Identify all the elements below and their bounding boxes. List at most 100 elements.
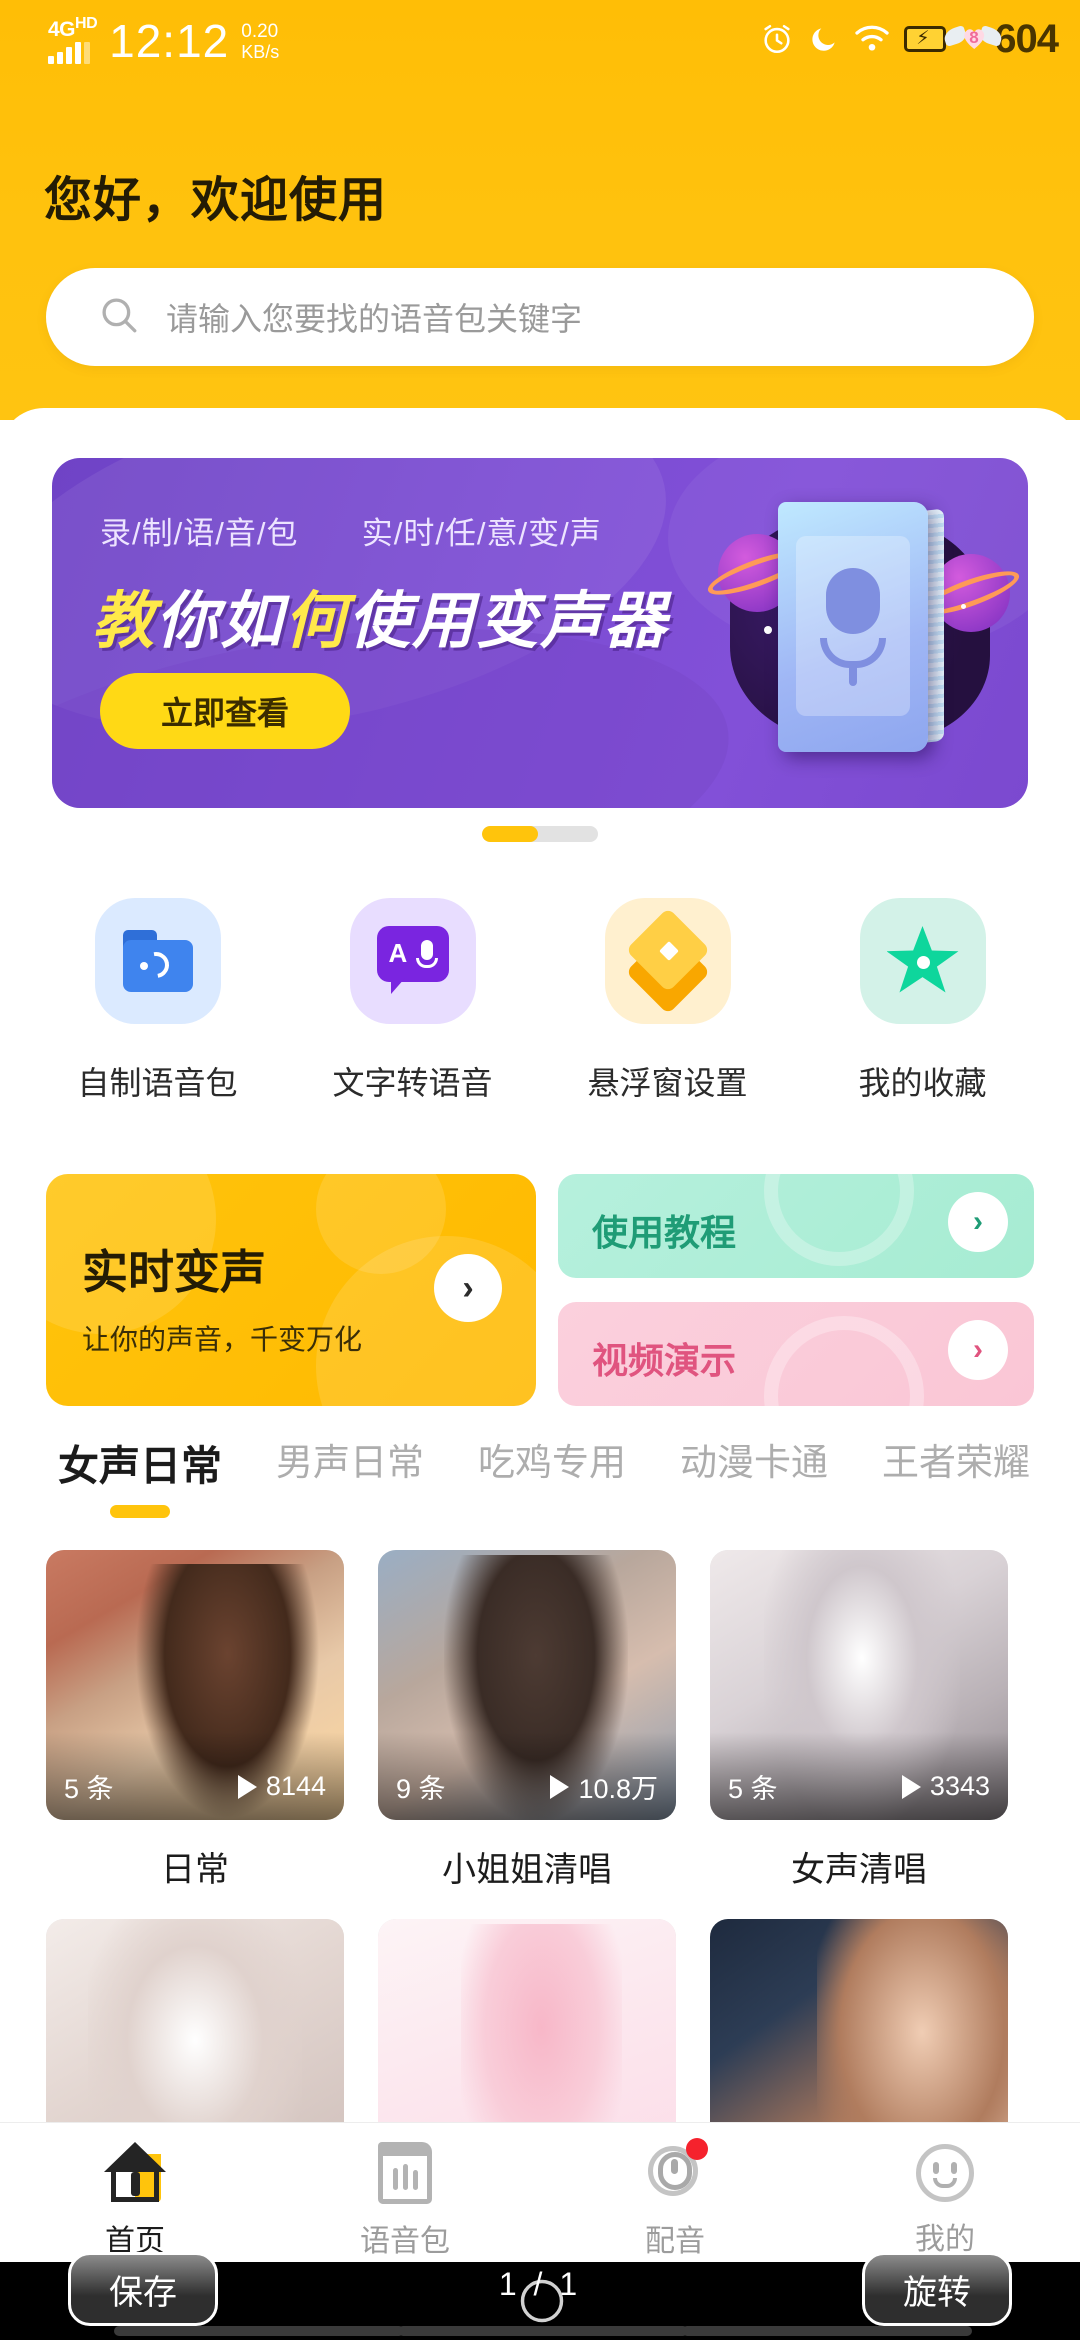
tab-female-daily[interactable]: 女声日常 bbox=[58, 1432, 222, 1518]
tab-active-indicator bbox=[110, 1505, 170, 1518]
promo-banner[interactable]: 录/制/语/音/包 实/时/任/意/变/声 教你如何使用变声器 立即查看 bbox=[52, 458, 1028, 808]
carousel-indicator[interactable] bbox=[482, 826, 598, 842]
network-type-label: 4GHD bbox=[48, 15, 98, 41]
quick-action-label: 自制语音包 bbox=[77, 1065, 238, 1101]
voice-pack-plays: 10.8万 bbox=[550, 1767, 658, 1806]
tab-label: 吃鸡专用 bbox=[478, 1442, 626, 1483]
banner-tagline-right: 实/时/任/意/变/声 bbox=[361, 516, 602, 551]
voice-pack-thumbnail[interactable]: 9 条 10.8万 bbox=[378, 1550, 676, 1820]
voice-pack-thumbnail[interactable]: 5 条 3343 bbox=[710, 1550, 1008, 1820]
tab-pubg[interactable]: 吃鸡专用 bbox=[478, 1432, 626, 1512]
nav-item-voice-packs[interactable]: 语音包 bbox=[270, 2123, 540, 2278]
promo-title: 视频演示 bbox=[592, 1340, 737, 1381]
nav-label: 配音 bbox=[645, 2224, 705, 2258]
voice-pack-thumbnail[interactable]: 5 条 8144 bbox=[46, 1550, 344, 1820]
banner-title-part1: 教 bbox=[92, 587, 157, 656]
banner-title-part5: 变声器 bbox=[476, 587, 669, 656]
voice-pack-card[interactable]: 5 条 3343 女声清唱 bbox=[710, 1550, 1008, 1891]
thumbnail-meta: 9 条 10.8万 bbox=[378, 1767, 676, 1806]
banner-tagline: 录/制/语/音/包 实/时/任/意/变/声 bbox=[100, 508, 602, 553]
status-bar-right: ⚡ 8 604 bbox=[760, 16, 1059, 62]
search-input[interactable]: 请输入您要找的语音包关键字 bbox=[46, 268, 1034, 366]
tab-label: 女声日常 bbox=[58, 1443, 222, 1489]
status-bar: 4GHD 12:12 0.20 KB/s ⚡ 8 604 bbox=[0, 0, 1080, 78]
promo-card-tutorial[interactable]: 使用教程 › bbox=[558, 1174, 1034, 1278]
voice-pack-name: 小姐姐清唱 bbox=[442, 1851, 612, 1889]
tab-label: 男声日常 bbox=[276, 1442, 424, 1483]
status-clock: 12:12 bbox=[109, 15, 230, 67]
page-indicator: 1 / 1 bbox=[498, 2266, 582, 2302]
page-title: 您好，欢迎使用 bbox=[44, 174, 388, 227]
wifi-icon bbox=[855, 25, 889, 51]
voice-pack-card[interactable]: 9 条 10.8万 小姐姐清唱 bbox=[378, 1550, 676, 1891]
promo-card-video-demo[interactable]: 视频演示 › bbox=[558, 1302, 1034, 1406]
quick-action-floating-window-settings[interactable]: 悬浮窗设置 bbox=[558, 898, 778, 1104]
banner-title-part2: 你如 bbox=[156, 587, 285, 656]
promo-subtitle: 让你的声音，千变万化 bbox=[82, 1324, 363, 1355]
nav-item-dubbing[interactable]: 配音 bbox=[540, 2123, 810, 2278]
promo-title: 使用教程 bbox=[592, 1212, 737, 1253]
banner-tagline-left: 录/制/语/音/包 bbox=[100, 516, 299, 551]
tab-label: 王者荣耀 bbox=[882, 1442, 1030, 1483]
nav-hint-right bbox=[682, 2326, 972, 2336]
network-indicator: 4GHD bbox=[48, 14, 98, 64]
voice-pack-name: 女声清唱 bbox=[791, 1851, 927, 1889]
quick-action-custom-voice-pack[interactable]: 自制语音包 bbox=[48, 898, 268, 1104]
notification-badge bbox=[686, 2137, 708, 2160]
net-speed-value: 0.20 bbox=[241, 21, 279, 42]
layers-icon bbox=[604, 898, 731, 1024]
package-icon bbox=[378, 2141, 432, 2204]
promo-title: 实时变声 bbox=[82, 1246, 266, 1298]
battery-clock-label: 604 bbox=[994, 16, 1059, 61]
heart-sticker-icon: 8 bbox=[942, 22, 1005, 56]
banner-title-part3: 何 bbox=[284, 587, 349, 656]
voice-pack-count: 9 条 bbox=[396, 1774, 446, 1804]
tab-anime-cartoon[interactable]: 动漫卡通 bbox=[680, 1432, 828, 1512]
profile-icon bbox=[916, 2143, 974, 2202]
save-button[interactable]: 保存 bbox=[68, 2252, 218, 2326]
search-icon bbox=[98, 294, 140, 341]
quick-action-text-to-speech[interactable]: A 文字转语音 bbox=[303, 898, 523, 1104]
banner-book-illustration bbox=[703, 476, 1024, 776]
banner-title: 教你如何使用变声器 bbox=[92, 570, 668, 660]
thumbnail-meta: 5 条 3343 bbox=[710, 1767, 1008, 1806]
thumbnail-meta: 5 条 8144 bbox=[46, 1767, 344, 1806]
tab-label: 动漫卡通 bbox=[680, 1442, 828, 1483]
voice-pack-plays: 8144 bbox=[237, 1771, 326, 1802]
voice-pack-plays: 3343 bbox=[901, 1771, 990, 1802]
dubbing-icon bbox=[644, 2137, 708, 2204]
folder-sound-icon bbox=[94, 898, 221, 1024]
tab-male-daily[interactable]: 男声日常 bbox=[276, 1432, 424, 1512]
banner-title-part4: 使用 bbox=[348, 587, 477, 656]
promo-card-realtime-voice[interactable]: 实时变声 让你的声音，千变万化 › bbox=[46, 1174, 536, 1406]
alarm-icon bbox=[764, 24, 790, 54]
rotate-button[interactable]: 旋转 bbox=[862, 2252, 1012, 2326]
network-speed: 0.20 KB/s bbox=[241, 21, 280, 63]
chevron-right-icon[interactable]: › bbox=[948, 1192, 1008, 1252]
search-placeholder: 请输入您要找的语音包关键字 bbox=[166, 301, 583, 337]
chevron-right-icon[interactable]: › bbox=[948, 1320, 1008, 1380]
home-icon bbox=[104, 2141, 166, 2204]
voice-pack-card[interactable]: 5 条 8144 日常 bbox=[46, 1550, 344, 1891]
quick-action-my-favorites[interactable]: 我的收藏 bbox=[813, 898, 1033, 1104]
quick-action-label: 悬浮窗设置 bbox=[587, 1065, 748, 1101]
play-icon bbox=[901, 1774, 921, 1799]
play-count: 8144 bbox=[265, 1771, 326, 1801]
tab-honor-of-kings[interactable]: 王者荣耀 bbox=[882, 1432, 1030, 1512]
text-to-speech-icon: A bbox=[349, 898, 476, 1024]
play-count: 3343 bbox=[929, 1771, 990, 1801]
voice-pack-count: 5 条 bbox=[64, 1774, 114, 1804]
nav-label: 我的 bbox=[915, 2222, 975, 2256]
banner-cta-button[interactable]: 立即查看 bbox=[100, 673, 350, 749]
net-speed-unit: KB/s bbox=[241, 42, 280, 62]
chevron-right-icon[interactable]: › bbox=[434, 1254, 502, 1322]
quick-action-label: 我的收藏 bbox=[858, 1065, 987, 1101]
voice-pack-name: 日常 bbox=[161, 1851, 229, 1889]
signal-bars-icon bbox=[48, 42, 90, 64]
moon-icon bbox=[812, 28, 835, 51]
voice-pack-count: 5 条 bbox=[728, 1774, 778, 1804]
nav-hint-center bbox=[398, 2326, 688, 2336]
category-tab-bar: 女声日常 男声日常 吃鸡专用 动漫卡通 王者荣耀 bbox=[0, 1432, 1080, 1518]
nav-hint-left bbox=[114, 2326, 404, 2336]
play-icon bbox=[237, 1774, 257, 1799]
